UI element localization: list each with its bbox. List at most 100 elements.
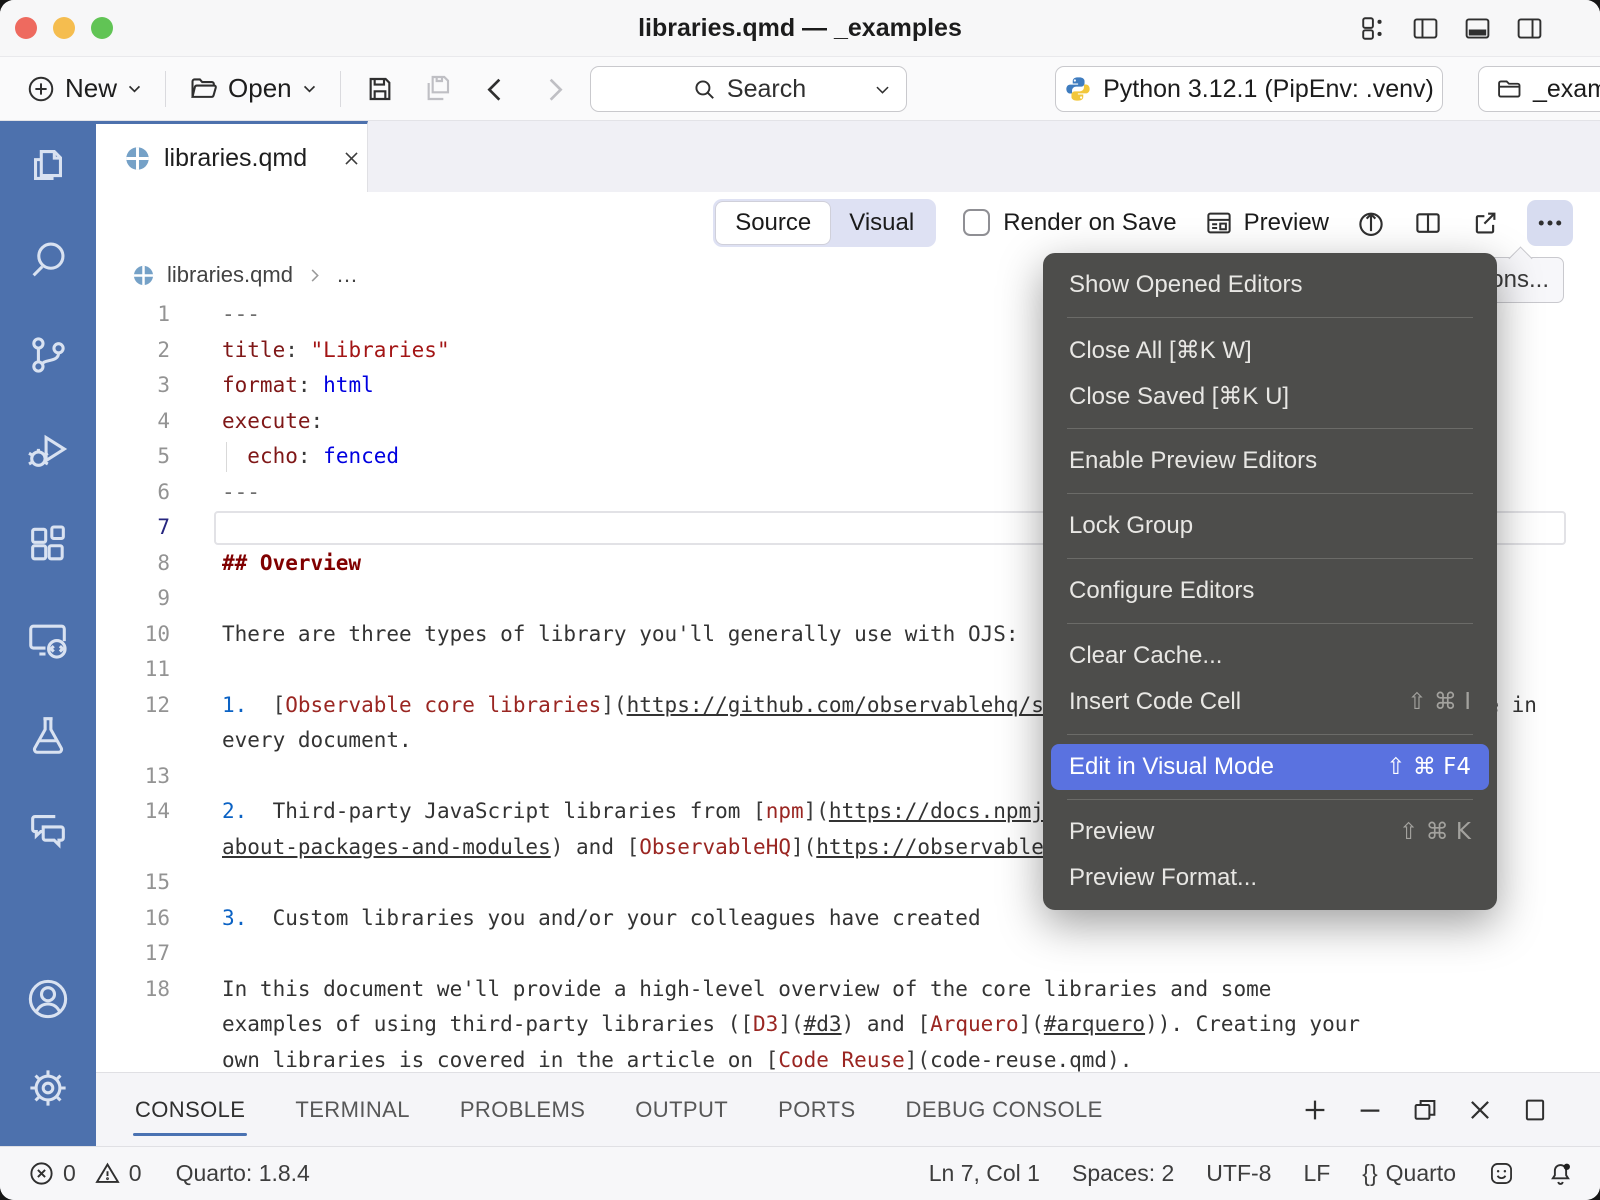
menu-item-configure-editors[interactable]: Configure Editors [1043,568,1497,614]
menu-divider [1067,493,1473,494]
chevron-down-icon [301,80,318,97]
indentation-status[interactable]: Spaces: 2 [1072,1160,1174,1187]
encoding-status[interactable]: UTF-8 [1206,1160,1271,1187]
menu-item-label: Preview [1069,818,1154,846]
titlebar: libraries.qmd — _examples [0,0,1600,57]
main-toolbar: New Open Search Python 3.12.1 (PipEnv: .… [0,57,1600,121]
open-button[interactable]: Open [180,67,326,110]
menu-item-edit-in-visual-mode[interactable]: Edit in Visual Mode⇧ ⌘ F4 [1051,744,1489,790]
breadcrumb-file[interactable]: libraries.qmd [167,262,293,288]
cursor-position-status[interactable]: Ln 7, Col 1 [929,1160,1040,1187]
chevron-down-icon [126,80,143,97]
minimize-icon[interactable] [1355,1095,1385,1125]
extensions-icon [25,522,71,568]
toolbar-divider [165,71,166,107]
menu-item-shortcut: ⇧ ⌘ F4 [1386,754,1471,780]
editor-actions-menu: Show Opened Editors Close All [⌘K W] Close… [1043,253,1497,910]
menu-divider [1067,623,1473,624]
toggle-secondary-sidebar-icon[interactable] [1515,14,1544,43]
line-text: every document. [222,728,412,752]
sidebar-item-chat[interactable] [25,807,71,853]
open-in-new-window-icon[interactable] [1470,208,1500,238]
line-number: 6 [96,475,170,511]
breadcrumb-more[interactable]: … [336,262,358,288]
code-line[interactable]: own libraries is covered in the article … [96,1043,1600,1073]
sidebar-item-account[interactable] [25,976,71,1022]
line-number: 2 [96,333,170,369]
menu-divider [1067,428,1473,429]
editor-actions-toolbar: Source Visual Render on Save Preview [96,192,1600,253]
sidebar-item-settings[interactable] [25,1065,71,1111]
problems-status[interactable]: 0 0 [28,1160,142,1187]
sidebar-item-testing[interactable] [25,712,71,758]
notifications-button[interactable] [1547,1160,1574,1187]
menu-item-preview[interactable]: Preview⇧ ⌘ K [1043,809,1497,855]
sidebar-item-remote-sessions[interactable] [25,617,71,663]
more-actions-button[interactable] [1527,200,1573,246]
menu-item-close-saved-k-u[interactable]: Close Saved [⌘K U] [1043,373,1497,419]
menu-item-insert-code-cell[interactable]: Insert Code Cell⇧ ⌘ I [1043,679,1497,725]
line-number: 3 [96,368,170,404]
folder-open-icon [188,73,219,104]
add-icon[interactable] [1300,1095,1330,1125]
menu-item-lock-group[interactable]: Lock Group [1043,503,1497,549]
panel-tab-output[interactable]: OUTPUT [633,1087,730,1133]
line-number: 13 [96,759,170,795]
menu-item-label: Enable Preview Editors [1069,447,1317,475]
close-icon[interactable] [1465,1095,1495,1125]
tab-libraries-qmd[interactable]: libraries.qmd [96,121,368,192]
activity-bar [0,121,96,1147]
menu-item-preview-format[interactable]: Preview Format... [1043,855,1497,901]
menu-item-label: Show Opened Editors [1069,271,1302,299]
toggle-panel-icon[interactable] [1463,14,1492,43]
code-line[interactable]: 18In this document we'll provide a high-… [96,972,1600,1008]
interpreter-selector[interactable]: Python 3.12.1 (PipEnv: .venv) [1055,66,1443,112]
restore-icon[interactable] [1410,1095,1440,1125]
menu-item-show-opened-editors[interactable]: Show Opened Editors [1043,262,1497,308]
line-number: 11 [96,652,170,688]
line-number: 16 [96,901,170,937]
split-editor-icon[interactable] [1413,208,1443,238]
new-button[interactable]: New [18,67,151,110]
preview-button[interactable]: Preview [1204,208,1329,238]
save-icon[interactable] [355,67,405,111]
eol-status[interactable]: LF [1303,1160,1330,1187]
panel-tab-terminal[interactable]: TERMINAL [293,1087,411,1133]
menu-item-enable-preview-editors[interactable]: Enable Preview Editors [1043,438,1497,484]
menu-item-clear-cache[interactable]: Clear Cache... [1043,633,1497,679]
menu-divider [1067,558,1473,559]
feedback-button[interactable] [1488,1160,1515,1187]
panel-tab-console[interactable]: CONSOLE [133,1087,247,1133]
visual-mode-button[interactable]: Visual [830,202,933,244]
panel-tab-debug-console[interactable]: DEBUG CONSOLE [904,1087,1105,1133]
source-mode-button[interactable]: Source [716,202,830,244]
menu-item-label: Close Saved [⌘K U] [1069,382,1289,411]
menu-item-close-all-k-w[interactable]: Close All [⌘K W] [1043,327,1497,373]
panel-layout-icon[interactable] [1520,1095,1550,1125]
chevron-down-icon[interactable] [873,80,892,99]
language-mode-status[interactable]: {} Quarto [1362,1160,1456,1187]
line-number: 18 [96,972,170,1008]
explorer-icon [25,142,71,188]
search-input[interactable]: Search [590,66,907,112]
panel-tab-problems[interactable]: PROBLEMS [458,1087,587,1133]
app-window: libraries.qmd — _examples New Open Searc… [0,0,1600,1200]
quarto-version-status[interactable]: Quarto: 1.8.4 [176,1160,310,1187]
code-line[interactable]: examples of using third-party libraries … [96,1007,1600,1043]
close-tab-icon[interactable] [342,149,361,168]
customize-layout-icon[interactable] [1359,14,1388,43]
source-control-icon [25,332,71,378]
window-layout-controls [1359,0,1544,56]
sidebar-item-run-debug[interactable] [25,427,71,473]
sidebar-item-extensions[interactable] [25,522,71,568]
back-icon[interactable] [471,67,521,111]
sidebar-item-source-control[interactable] [25,332,71,378]
render-on-save-checkbox[interactable] [963,209,990,236]
toggle-primary-sidebar-icon[interactable] [1411,14,1440,43]
panel-tab-ports[interactable]: PORTS [776,1087,857,1133]
sidebar-item-explorer[interactable] [25,142,71,188]
code-line[interactable]: 17 [96,936,1600,972]
sidebar-item-search[interactable] [25,237,71,283]
workspace-selector[interactable]: _examples [1478,66,1600,112]
render-icon[interactable] [1356,208,1386,238]
